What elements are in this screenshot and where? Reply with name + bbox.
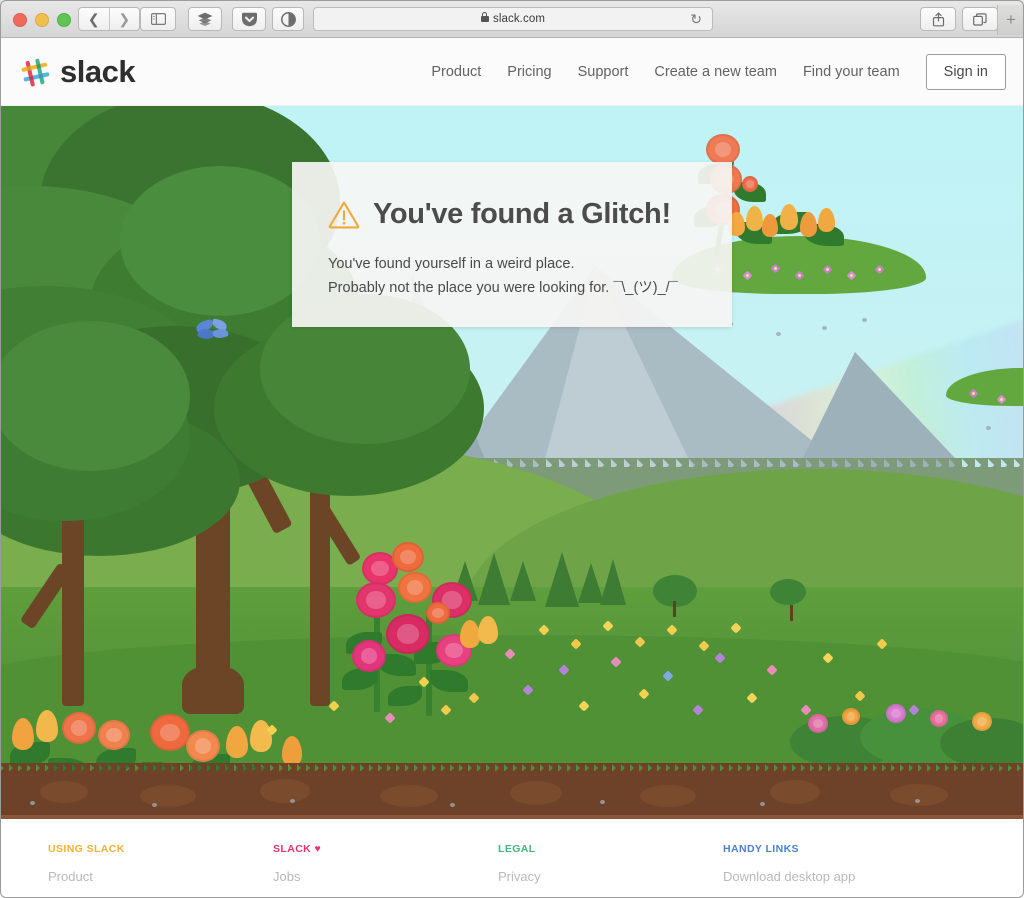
sidebar-toggle-icon [150, 13, 166, 25]
reading-list-button[interactable] [188, 7, 222, 31]
lock-icon [480, 12, 489, 22]
maximize-window-button[interactable] [57, 13, 71, 27]
sign-in-button[interactable]: Sign in [925, 54, 1006, 90]
dialog-message: You've found yourself in a weird place. … [292, 231, 732, 300]
conifer-tree [510, 561, 536, 601]
rose-bud [742, 176, 758, 192]
new-tab-button[interactable]: + [997, 5, 1024, 35]
round-tree [770, 579, 806, 621]
rose-flower [398, 572, 432, 603]
warning-triangle-icon [328, 200, 360, 229]
site-header: slack Product Pricing Support Create a n… [0, 38, 1024, 106]
conifer-tree [545, 552, 579, 607]
footer-column-slack-love: SLACK ♥ Jobs [273, 843, 498, 897]
show-tabs-icon [973, 12, 987, 26]
footer-column-using-slack: USING SLACK Product [48, 843, 273, 897]
rose-flower [352, 640, 386, 672]
soil-strip [0, 763, 1024, 819]
nav-link-support[interactable]: Support [578, 64, 629, 80]
footer-heading: HANDY LINKS [723, 843, 799, 855]
reload-icon[interactable]: ↻ [690, 12, 702, 26]
minimize-window-button[interactable] [35, 13, 49, 27]
nav-link-product[interactable]: Product [431, 64, 481, 80]
share-button[interactable] [920, 7, 956, 31]
forward-button[interactable]: ❯ [110, 8, 140, 30]
footer-heading: LEGAL [498, 843, 536, 855]
nav-link-create-new-team[interactable]: Create a new team [654, 64, 777, 80]
navigation-buttons[interactable]: ❮ ❯ [78, 7, 140, 31]
footer-link-jobs[interactable]: Jobs [273, 869, 498, 884]
dialog-message-line2: Probably not the place you were looking … [328, 279, 678, 296]
glitch-dialog: You've found a Glitch! You've found your… [292, 162, 732, 327]
footer-heading: USING SLACK [48, 843, 125, 855]
onepassword-button[interactable] [272, 7, 304, 31]
rose-flower [356, 582, 396, 618]
main-navigation: Product Pricing Support Create a new tea… [431, 38, 1006, 106]
floating-island-small [946, 368, 1024, 457]
rose-flower [706, 134, 740, 165]
reading-list-stack-icon [197, 12, 213, 26]
footer-heading: SLACK ♥ [273, 843, 322, 855]
footer-link-download-desktop-app[interactable]: Download desktop app [723, 869, 948, 884]
close-window-button[interactable] [13, 13, 27, 27]
round-tree [653, 575, 697, 617]
footer-link-product[interactable]: Product [48, 869, 273, 884]
new-tab-label: + [1006, 10, 1016, 29]
1password-icon [280, 11, 296, 27]
footer-column-legal: LEGAL Privacy [498, 843, 723, 897]
url-text: slack.com [492, 13, 546, 25]
rose-flower [392, 542, 424, 572]
footer-link-privacy[interactable]: Privacy [498, 869, 723, 884]
site-footer: USING SLACK Product SLACK ♥ Jobs LEGAL P… [0, 819, 1024, 898]
footer-column-handy-links: HANDY LINKS Download desktop app [723, 843, 948, 897]
slack-hash-icon [21, 58, 50, 86]
brand-name: slack [60, 54, 136, 89]
rose-flower [386, 614, 430, 654]
window-controls [13, 13, 71, 27]
address-bar[interactable]: slack.com ↻ [313, 7, 713, 31]
pocket-button[interactable] [232, 7, 266, 31]
nav-link-pricing[interactable]: Pricing [507, 64, 551, 80]
slack-logo[interactable]: slack [20, 54, 136, 90]
pocket-shield-icon [241, 12, 257, 26]
back-button[interactable]: ❮ [79, 8, 110, 30]
dialog-title: You've found a Glitch! [373, 198, 671, 230]
nav-link-find-your-team[interactable]: Find your team [803, 64, 900, 80]
rose-bush-center [330, 542, 510, 718]
sidebar-toggle-button[interactable] [140, 7, 176, 31]
conifer-tree [600, 559, 626, 605]
show-tabs-button[interactable] [962, 7, 998, 31]
dialog-header: You've found a Glitch! [292, 162, 732, 231]
browser-window: ❮ ❯ slack.com ↻ + slack Product Pricing … [0, 0, 1024, 898]
rose-bud [426, 602, 450, 624]
share-icon [932, 11, 944, 26]
dialog-message-line1: You've found yourself in a weird place. [328, 256, 575, 272]
browser-toolbar: ❮ ❯ slack.com ↻ + [0, 0, 1024, 38]
